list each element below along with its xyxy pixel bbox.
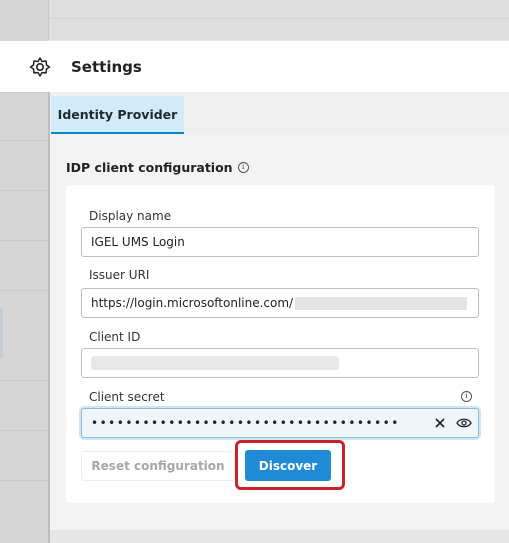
settings-panel: Identity Provider IDP client configurati… [50,92,509,543]
background-toolbar [48,0,509,40]
client-secret-info-icon[interactable]: i [461,391,472,402]
discover-button[interactable]: Discover [245,450,331,481]
issuer-uri-label: Issuer URI [89,268,150,282]
section-title-text: IDP client configuration [66,160,233,175]
clear-icon[interactable] [430,413,450,433]
client-secret-label: Client secret [89,390,165,404]
info-icon[interactable]: i [237,162,249,173]
panel-footer [50,530,509,543]
display-name-field[interactable]: IGEL UMS Login [81,227,479,257]
tab-content: IDP client configuration i Display name … [50,135,509,530]
idp-config-card: Display name IGEL UMS Login Issuer URI h… [66,185,495,503]
page-title: Settings [71,58,142,76]
eye-icon[interactable] [454,413,474,433]
redacted-client-id [91,356,339,370]
client-id-label: Client ID [89,330,141,344]
display-name-value: IGEL UMS Login [91,235,185,249]
reset-configuration-button[interactable]: Reset configuration [81,451,235,481]
settings-gear-icon [29,57,51,77]
section-title: IDP client configuration i [66,160,249,175]
settings-header: Settings [0,41,509,92]
client-secret-value: •••••••••••••••••••••••••••••••••••• [91,416,400,430]
client-id-field[interactable] [81,348,479,378]
display-name-label: Display name [89,209,172,223]
issuer-uri-value: https://login.microsoftonline.com/ [91,296,294,310]
tab-identity-provider[interactable]: Identity Provider [51,96,184,134]
issuer-uri-field[interactable]: https://login.microsoftonline.com/ [81,288,479,318]
redacted-block [295,296,468,310]
client-secret-field[interactable]: •••••••••••••••••••••••••••••••••••• [81,408,479,438]
